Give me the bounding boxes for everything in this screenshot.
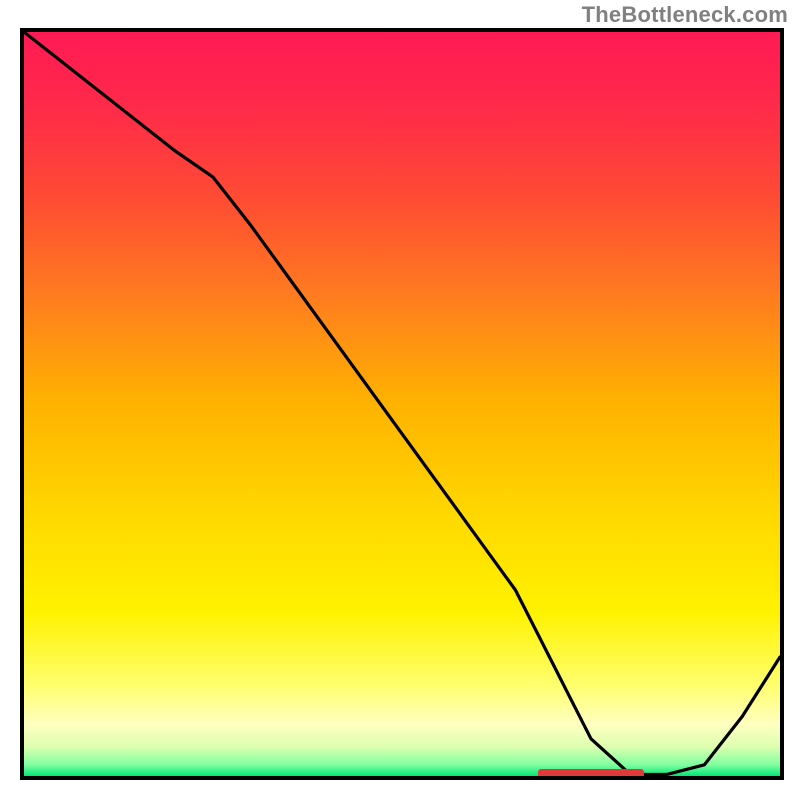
chart-container: TheBottleneck.com	[0, 0, 800, 800]
plot-frame	[20, 28, 784, 780]
curve-svg	[24, 32, 780, 776]
watermark-text: TheBottleneck.com	[582, 2, 788, 28]
optimal-range-marker	[538, 769, 644, 778]
bottleneck-curve	[24, 32, 780, 775]
